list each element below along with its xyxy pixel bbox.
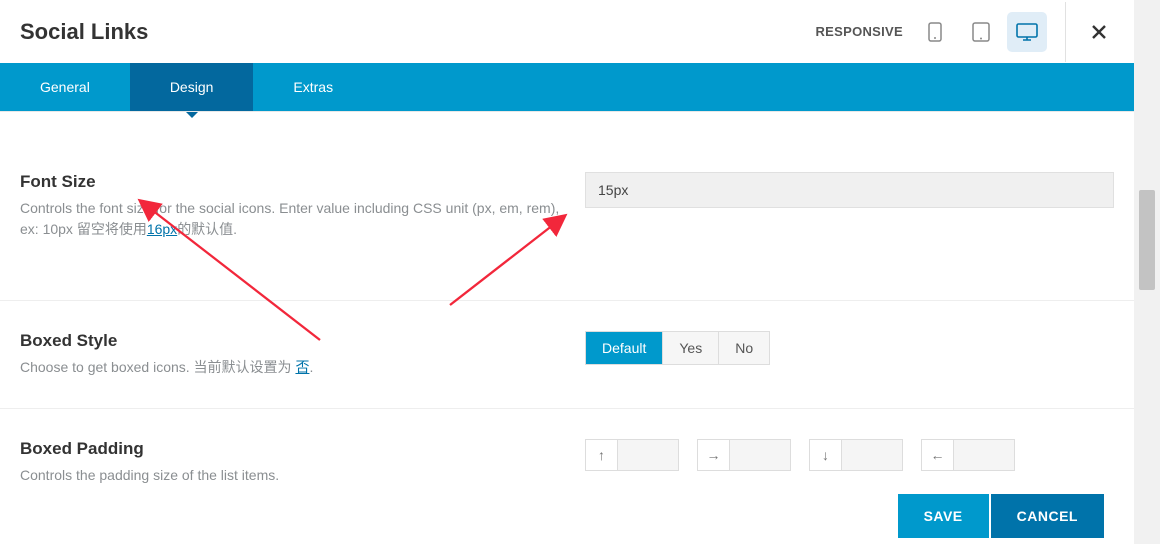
padding-desc: Controls the padding size of the list it…: [20, 465, 565, 486]
fontsize-default-link[interactable]: 16px: [147, 221, 177, 237]
boxed-option-yes[interactable]: Yes: [663, 332, 719, 364]
scrollbar-thumb[interactable]: [1139, 190, 1155, 290]
fontsize-desc-pre: Controls the font size for the social ic…: [20, 200, 559, 237]
arrow-up-icon: ↑: [586, 440, 618, 470]
fontsize-desc: Controls the font size for the social ic…: [20, 198, 565, 240]
arrow-right-icon: →: [698, 440, 730, 470]
desktop-icon: [1016, 23, 1038, 41]
responsive-label: RESPONSIVE: [815, 24, 903, 39]
responsive-mobile-button[interactable]: [915, 12, 955, 52]
tab-extras[interactable]: Extras: [253, 63, 373, 111]
divider: [1065, 2, 1066, 62]
padding-title: Boxed Padding: [20, 439, 565, 459]
padding-bottom-input[interactable]: [842, 440, 902, 470]
responsive-desktop-button[interactable]: [1007, 12, 1047, 52]
tab-design[interactable]: Design: [130, 63, 254, 111]
tab-general[interactable]: General: [0, 63, 130, 111]
responsive-tablet-button[interactable]: [961, 12, 1001, 52]
close-button[interactable]: [1084, 17, 1114, 47]
boxed-desc-post: .: [309, 359, 313, 375]
padding-right-input[interactable]: [730, 440, 790, 470]
page-scrollbar[interactable]: [1134, 0, 1160, 544]
mobile-icon: [928, 22, 942, 42]
boxed-option-default[interactable]: Default: [586, 332, 663, 364]
close-icon: [1091, 24, 1107, 40]
padding-top-input[interactable]: [618, 440, 678, 470]
padding-left-input[interactable]: [954, 440, 1014, 470]
content-scroll[interactable]: Font Size Controls the font size for the…: [0, 111, 1134, 488]
boxed-option-no[interactable]: No: [719, 332, 769, 364]
tabbar: General Design Extras: [0, 63, 1134, 111]
page-title: Social Links: [20, 19, 148, 45]
boxed-desc: Choose to get boxed icons. 当前默认设置为 否.: [20, 357, 565, 378]
arrow-left-icon: ←: [922, 440, 954, 470]
fontsize-input[interactable]: [585, 172, 1114, 208]
save-button[interactable]: SAVE: [898, 494, 989, 538]
fontsize-desc-post: 的默认值.: [177, 221, 237, 237]
fontsize-title: Font Size: [20, 172, 565, 192]
boxed-segment: Default Yes No: [585, 331, 770, 365]
boxed-default-link[interactable]: 否: [295, 359, 309, 375]
boxed-desc-pre: Choose to get boxed icons. 当前默认设置为: [20, 359, 295, 375]
boxed-title: Boxed Style: [20, 331, 565, 351]
cancel-button[interactable]: CANCEL: [991, 494, 1104, 538]
tablet-icon: [972, 22, 990, 42]
arrow-down-icon: ↓: [810, 440, 842, 470]
